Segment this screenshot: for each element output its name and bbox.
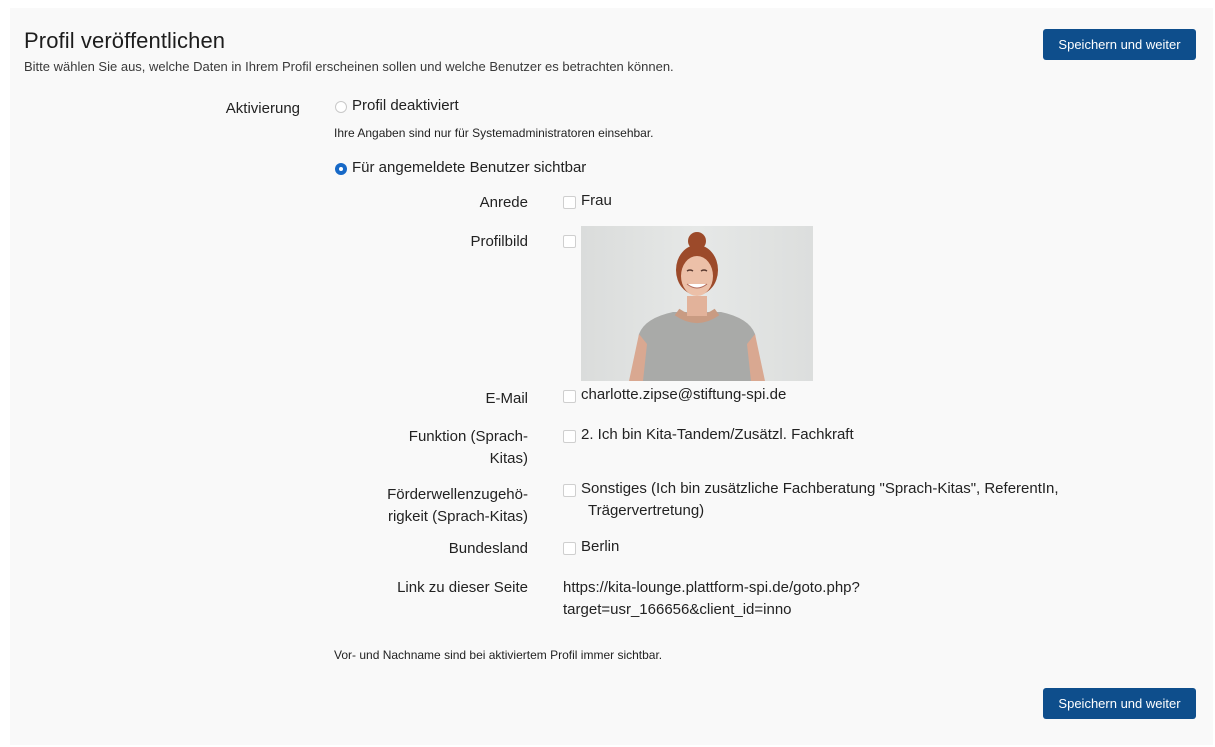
- foerderwelle-value-line1: Sonstiges (Ich bin zusätzliche Fachberat…: [581, 480, 1059, 497]
- page-subtitle: Bitte wählen Sie aus, welche Daten in Ih…: [24, 59, 674, 74]
- email-label: E-Mail: [485, 390, 528, 407]
- bundesland-label: Bundesland: [448, 540, 528, 557]
- foerderwelle-value-line2: Trägervertretung): [588, 502, 705, 519]
- foerderwelle-label-line2: rigkeit (Sprach-Kitas): [387, 508, 528, 525]
- link-label: Link zu dieser Seite: [397, 579, 528, 596]
- profilbild-label: Profilbild: [470, 233, 528, 250]
- foerderwelle-checkbox[interactable]: [563, 484, 576, 497]
- funktion-checkbox[interactable]: [563, 430, 576, 443]
- funktion-label-line2: Kitas): [489, 450, 528, 467]
- radio-profile-visible-label: Für angemeldete Benutzer sichtbar: [352, 159, 587, 176]
- profile-disabled-info: Ihre Angaben sind nur für Systemadminist…: [334, 126, 654, 140]
- bundesland-value: Berlin: [581, 538, 620, 555]
- save-continue-button-bottom[interactable]: Speichern und weiter: [1043, 688, 1196, 719]
- profile-link-line2[interactable]: target=usr_166656&client_id=inno: [563, 599, 792, 621]
- radio-profile-disabled-label: Profil deaktiviert: [352, 97, 459, 114]
- profile-link-line1[interactable]: https://kita-lounge.plattform-spi.de/got…: [563, 577, 860, 599]
- funktion-label-line1: Funktion (Sprach-: [408, 428, 528, 445]
- page-title: Profil veröffentlichen: [24, 28, 226, 53]
- profile-photo: [581, 226, 813, 381]
- email-value: charlotte.zipse@stiftung-spi.de: [581, 386, 787, 403]
- profilbild-checkbox[interactable]: [563, 235, 576, 248]
- footer-note: Vor- und Nachname sind bei aktiviertem P…: [334, 648, 663, 662]
- activation-label: Aktivierung: [225, 100, 300, 117]
- funktion-value: 2. Ich bin Kita-Tandem/Zusätzl. Fachkraf…: [581, 426, 854, 443]
- email-checkbox[interactable]: [563, 390, 576, 403]
- foerderwelle-label-line1: Förderwellenzugehö-: [387, 486, 528, 503]
- anrede-checkbox[interactable]: [563, 196, 576, 209]
- anrede-label: Anrede: [479, 194, 528, 211]
- anrede-value: Frau: [581, 192, 612, 209]
- radio-profile-visible[interactable]: [335, 163, 347, 175]
- save-continue-button-top[interactable]: Speichern und weiter: [1043, 29, 1196, 60]
- radio-profile-disabled[interactable]: [335, 101, 347, 113]
- bundesland-checkbox[interactable]: [563, 542, 576, 555]
